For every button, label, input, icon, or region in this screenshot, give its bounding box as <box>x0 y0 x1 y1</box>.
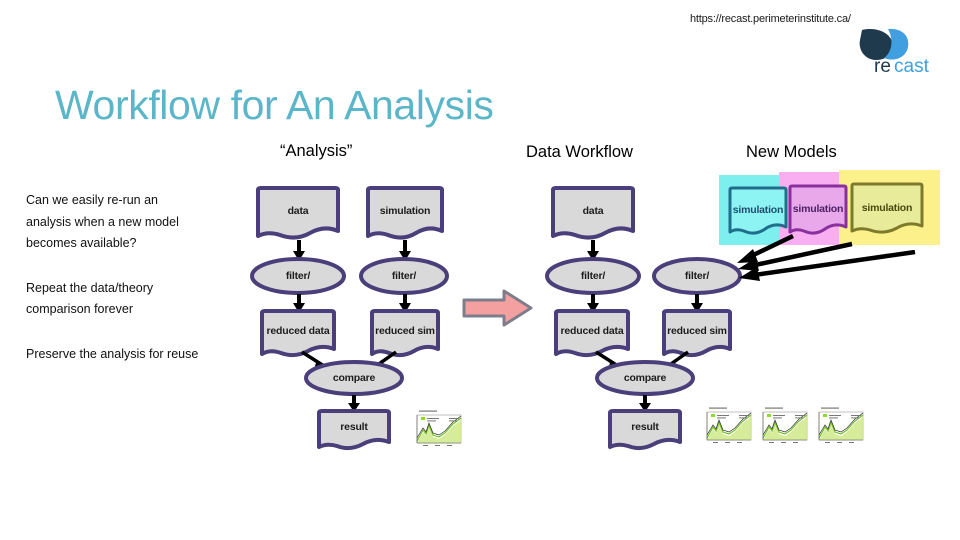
arrow-new-model-3-to-filter <box>729 250 919 284</box>
node-filter-data-analysis: filter/ <box>249 256 347 296</box>
bullet-repeat: Repeat the data/theory comparison foreve… <box>26 280 154 317</box>
source-url: https://recast.perimeterinstitute.ca/ <box>690 13 851 25</box>
svg-text:re: re <box>874 56 891 72</box>
svg-text:cast: cast <box>894 56 930 72</box>
column-heading-analysis: “Analysis” <box>280 142 353 160</box>
node-compare-analysis: compare <box>303 359 405 397</box>
new-model-card-1[interactable]: simulation <box>727 186 789 238</box>
new-model-card-3[interactable]: simulation <box>849 182 925 238</box>
node-result-workflow: result <box>606 408 684 452</box>
transition-arrow <box>462 288 534 333</box>
node-filter-sim-analysis: filter/ <box>358 256 450 296</box>
node-compare-workflow: compare <box>594 359 696 397</box>
node-data-workflow: data <box>549 185 637 243</box>
new-model-label: simulation <box>861 201 913 214</box>
result-plot-thumbnail <box>409 408 465 452</box>
analysis-questions: Can we easily re-run an analysis when a … <box>26 190 206 365</box>
column-heading-data-workflow: Data Workflow <box>526 143 633 161</box>
bullet-rerun: Can we easily re-run an analysis when a … <box>26 193 179 250</box>
result-plot-thumbnail <box>699 404 755 450</box>
bullet-preserve: Preserve the analysis for reuse <box>26 346 199 361</box>
node-simulation-analysis: simulation <box>364 185 446 243</box>
node-data-analysis: data <box>254 185 342 243</box>
recast-logo: re cast <box>858 28 950 72</box>
slide-canvas: https://recast.perimeterinstitute.ca/ re… <box>0 0 960 540</box>
page-title: Workflow for An Analysis <box>55 82 494 128</box>
new-model-label: simulation <box>732 203 784 216</box>
result-plot-thumbnail <box>811 404 867 450</box>
result-plot-thumbnail <box>755 404 811 450</box>
node-result-analysis: result <box>315 408 393 452</box>
node-filter-data-workflow: filter/ <box>544 256 642 296</box>
new-model-label: simulation <box>792 202 844 215</box>
new-model-card-2[interactable]: simulation <box>787 184 849 238</box>
column-heading-new-models: New Models <box>746 143 837 161</box>
